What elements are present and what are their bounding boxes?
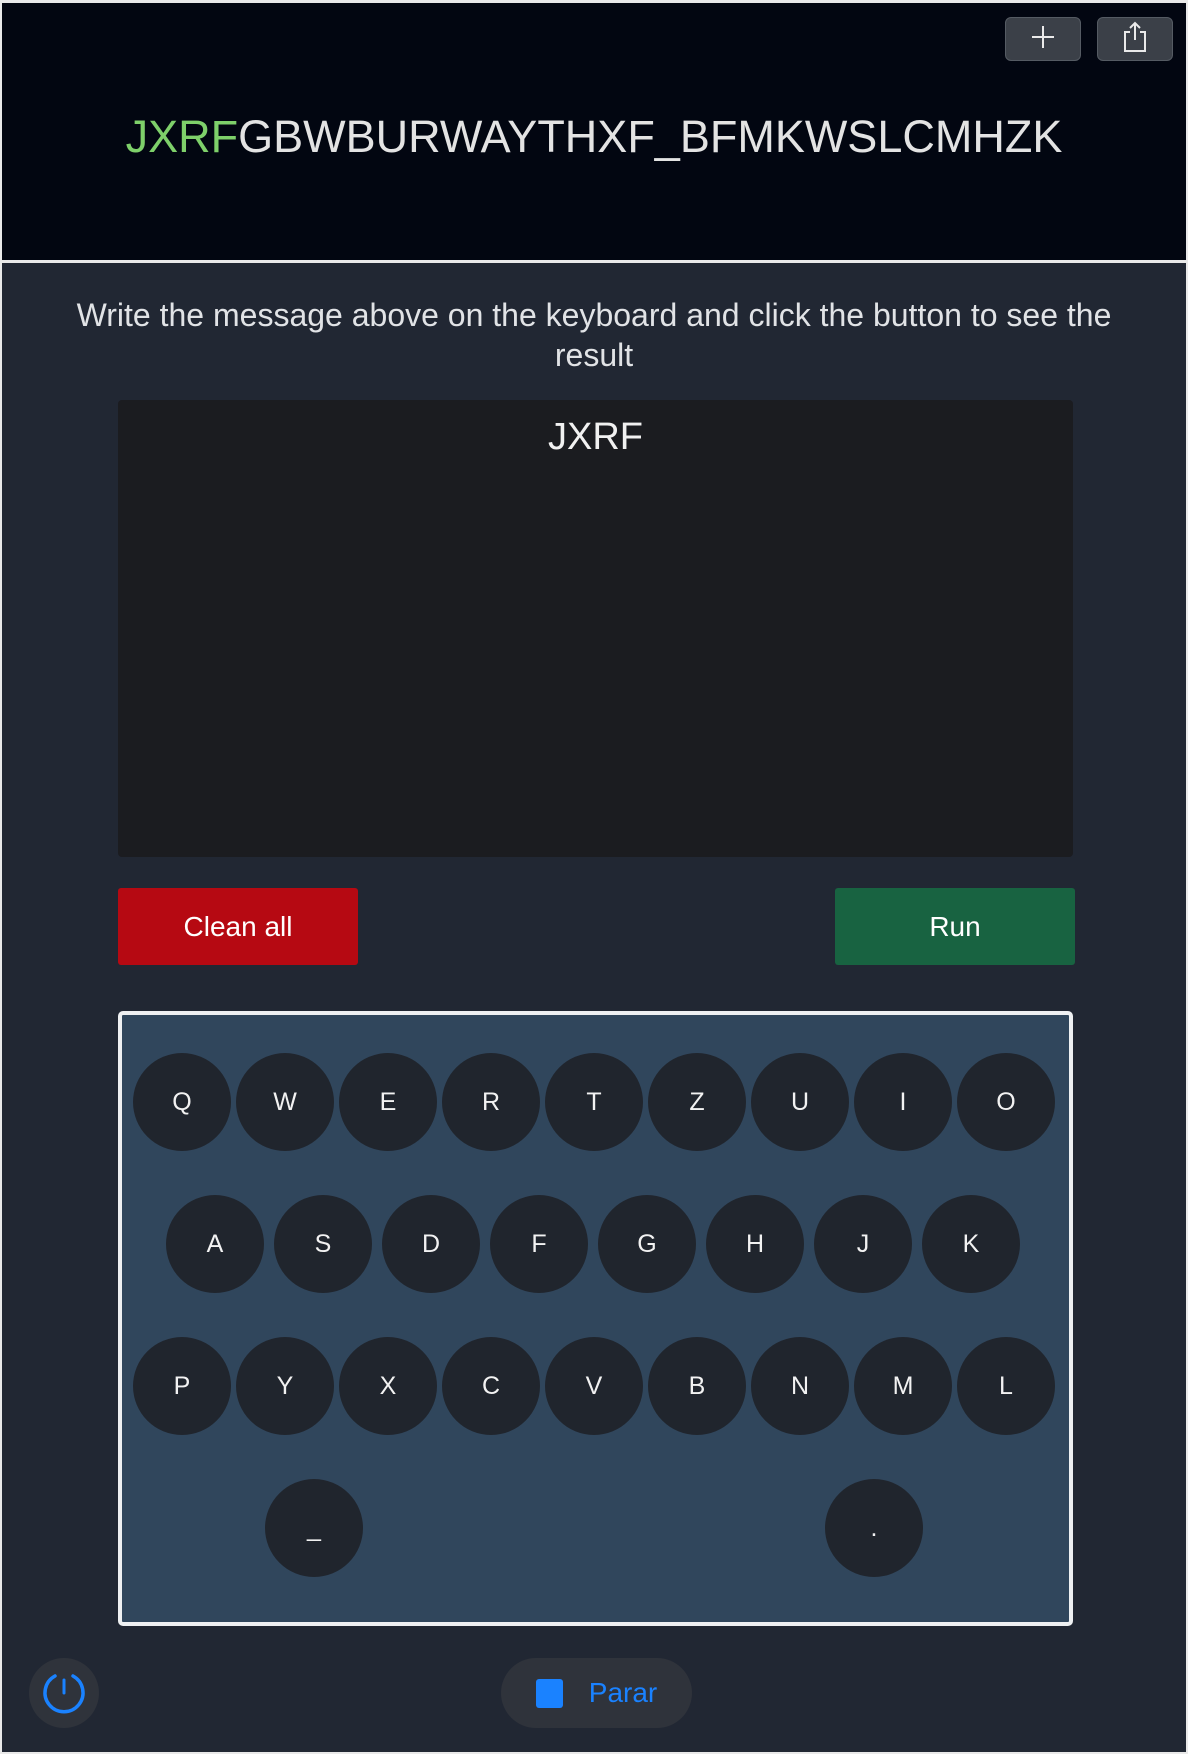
speed-button[interactable] bbox=[29, 1658, 99, 1728]
key-j[interactable]: J bbox=[814, 1195, 912, 1293]
key-r[interactable]: R bbox=[442, 1053, 540, 1151]
key-u[interactable]: U bbox=[751, 1053, 849, 1151]
share-icon bbox=[1122, 21, 1148, 58]
key-q[interactable]: Q bbox=[133, 1053, 231, 1151]
key-g[interactable]: G bbox=[598, 1195, 696, 1293]
key-w[interactable]: W bbox=[236, 1053, 334, 1151]
target-message: JXRFGBWBURWAYTHXF_BFMKWSLCMHZK bbox=[2, 111, 1186, 163]
key-d[interactable]: D bbox=[382, 1195, 480, 1293]
key-n[interactable]: N bbox=[751, 1337, 849, 1435]
key-t[interactable]: T bbox=[545, 1053, 643, 1151]
key-v[interactable]: V bbox=[545, 1337, 643, 1435]
key-y[interactable]: Y bbox=[236, 1337, 334, 1435]
output-display: JXRF bbox=[118, 400, 1073, 857]
stop-label: Parar bbox=[588, 1677, 658, 1708]
key-o[interactable]: O bbox=[957, 1053, 1055, 1151]
key-h[interactable]: H bbox=[706, 1195, 804, 1293]
clean-all-button[interactable]: Clean all bbox=[118, 888, 358, 965]
target-remaining-part: GBWBURWAYTHXF_BFMKWSLCMHZK bbox=[238, 111, 1063, 162]
stop-button[interactable]: Parar bbox=[501, 1658, 692, 1728]
key-p[interactable]: P bbox=[133, 1337, 231, 1435]
key-m[interactable]: M bbox=[854, 1337, 952, 1435]
header: JXRFGBWBURWAYTHXF_BFMKWSLCMHZK bbox=[2, 3, 1186, 263]
key-s[interactable]: S bbox=[274, 1195, 372, 1293]
share-button[interactable] bbox=[1097, 17, 1173, 61]
key-x[interactable]: X bbox=[339, 1337, 437, 1435]
instructions-text: Write the message above on the keyboard … bbox=[76, 297, 1112, 373]
key-a[interactable]: A bbox=[166, 1195, 264, 1293]
key-period[interactable]: . bbox=[825, 1479, 923, 1577]
key-b[interactable]: B bbox=[648, 1337, 746, 1435]
key-i[interactable]: I bbox=[854, 1053, 952, 1151]
key-l[interactable]: L bbox=[957, 1337, 1055, 1435]
key-e[interactable]: E bbox=[339, 1053, 437, 1151]
key-f[interactable]: F bbox=[490, 1195, 588, 1293]
stop-icon bbox=[535, 1678, 563, 1708]
add-button[interactable] bbox=[1005, 17, 1081, 61]
speedometer-icon bbox=[41, 1668, 87, 1719]
app-window: JXRFGBWBURWAYTHXF_BFMKWSLCMHZK Write the… bbox=[0, 0, 1188, 1754]
run-button[interactable]: Run bbox=[835, 888, 1075, 965]
target-typed-part: JXRF bbox=[125, 111, 239, 162]
key-z[interactable]: Z bbox=[648, 1053, 746, 1151]
key-c[interactable]: C bbox=[442, 1337, 540, 1435]
keyboard: Q W E R T Z U I O A S D F G H J K P Y X C V B N M L _. bbox=[118, 1011, 1073, 1626]
output-text: JXRF bbox=[548, 416, 643, 458]
key-k[interactable]: K bbox=[922, 1195, 1020, 1293]
plus-icon bbox=[1030, 24, 1056, 55]
key-underscore[interactable]: _ bbox=[265, 1479, 363, 1577]
